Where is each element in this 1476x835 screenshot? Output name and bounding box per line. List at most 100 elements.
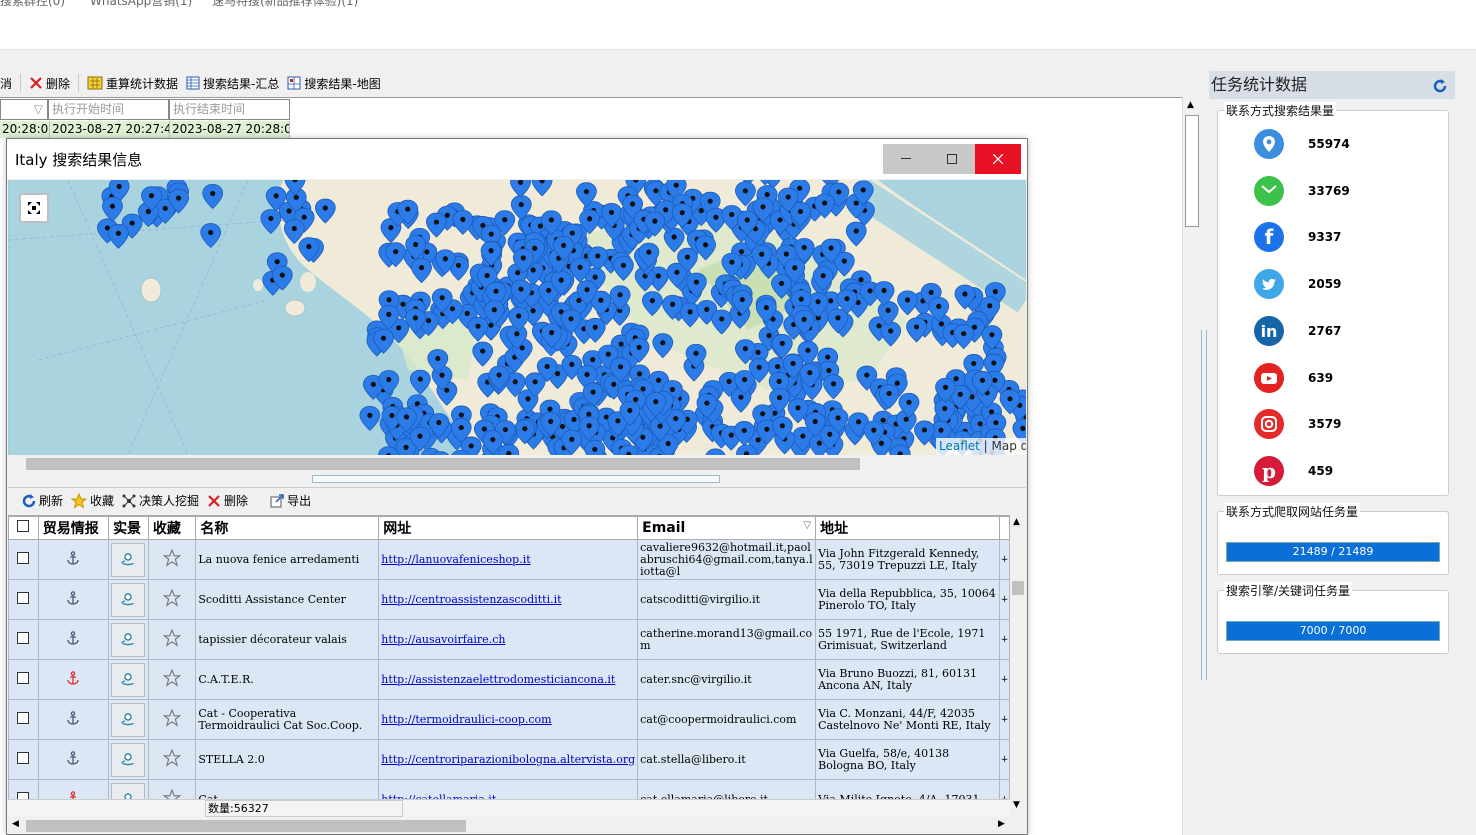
- map-marker[interactable]: [202, 184, 224, 209]
- nav-item[interactable]: WhatsApp营销(1): [90, 0, 192, 9]
- trade-intel-cell[interactable]: [37, 579, 110, 620]
- url-cell[interactable]: http://ausavoirfaire.ch: [378, 619, 639, 660]
- star-outline-icon[interactable]: [162, 628, 182, 647]
- url-link[interactable]: http://centroassistenzascoditti.it: [381, 593, 561, 606]
- trade-intel-cell[interactable]: [37, 739, 110, 780]
- scene-cell[interactable]: [108, 579, 149, 620]
- scene-button[interactable]: [111, 702, 146, 737]
- scene-button[interactable]: [111, 582, 146, 617]
- map-marker[interactable]: [260, 209, 282, 235]
- row-checkbox[interactable]: [17, 752, 30, 764]
- col-trade[interactable]: 贸易情报: [37, 516, 110, 540]
- anchor-icon[interactable]: [66, 631, 80, 645]
- scene-cell[interactable]: [108, 539, 149, 580]
- grid-header-start[interactable]: 执行开始时间: [48, 99, 169, 120]
- table-row[interactable]: Cat - Cooperativa Termoidraulici Cat Soc…: [8, 699, 1010, 740]
- fullscreen-button[interactable]: [19, 193, 49, 223]
- row-checkbox-cell[interactable]: [8, 619, 39, 660]
- map-marker[interactable]: [200, 223, 222, 249]
- url-cell[interactable]: http://centroriparazionibologna.altervis…: [378, 739, 639, 780]
- scene-button[interactable]: [111, 782, 146, 799]
- map-marker[interactable]: [108, 223, 129, 249]
- fav-cell[interactable]: [147, 779, 197, 799]
- scene-button[interactable]: [111, 542, 146, 577]
- col-email[interactable]: Email ▽: [637, 516, 817, 540]
- favorite-button[interactable]: 收藏: [67, 490, 118, 512]
- url-link[interactable]: http://centroriparazionibologna.altervis…: [381, 753, 635, 766]
- nav-item[interactable]: 速马特搜(新品推荐体验)(1): [212, 0, 358, 9]
- row-checkbox[interactable]: [17, 592, 30, 604]
- url-link[interactable]: http://assistenzaelettrodomesticiancona.…: [381, 673, 615, 686]
- more-cell[interactable]: +: [999, 579, 1010, 620]
- anchor-icon[interactable]: [66, 671, 80, 685]
- col-name[interactable]: 名称: [195, 516, 380, 540]
- scene-cell[interactable]: [108, 619, 149, 660]
- scroll-thumb[interactable]: [1185, 115, 1199, 227]
- export-button[interactable]: 导出: [266, 490, 315, 512]
- col-url[interactable]: 网址: [378, 516, 639, 540]
- row-checkbox-cell[interactable]: [8, 539, 39, 580]
- leaflet-link[interactable]: Leaflet: [939, 439, 980, 453]
- scene-cell[interactable]: [108, 659, 149, 700]
- fav-cell[interactable]: [147, 539, 197, 580]
- row-checkbox[interactable]: [17, 632, 30, 644]
- more-cell[interactable]: +: [999, 659, 1010, 700]
- more-cell[interactable]: +: [999, 539, 1010, 580]
- minimize-button[interactable]: [883, 144, 929, 174]
- url-cell[interactable]: http://catellamaria.it: [378, 779, 639, 799]
- scene-cell[interactable]: [108, 779, 149, 799]
- table-row[interactable]: tapissier décorateur valais http://ausavo…: [8, 619, 1010, 660]
- fav-cell[interactable]: [147, 619, 197, 660]
- anchor-icon[interactable]: [66, 711, 80, 725]
- map-marker[interactable]: [409, 369, 431, 395]
- star-outline-icon[interactable]: [162, 548, 182, 567]
- maximize-button[interactable]: [929, 144, 975, 174]
- main-vertical-scrollbar[interactable]: ▲: [1182, 97, 1200, 835]
- row-checkbox-cell[interactable]: [8, 579, 39, 620]
- trade-intel-cell[interactable]: [37, 539, 110, 580]
- recalc-button[interactable]: 重算统计数据: [83, 72, 182, 94]
- row-checkbox-cell[interactable]: [8, 739, 39, 780]
- url-link[interactable]: http://ausavoirfaire.ch: [381, 633, 505, 646]
- col-address[interactable]: 地址: [815, 516, 1001, 540]
- close-button[interactable]: [975, 144, 1021, 174]
- table-row[interactable]: La nuova fenice arredamenti http://lanuov…: [8, 539, 1010, 580]
- decision-maker-button[interactable]: 决策人挖掘: [118, 490, 203, 512]
- col-fav[interactable]: 收藏: [147, 516, 197, 540]
- scene-cell[interactable]: [108, 699, 149, 740]
- anchor-icon[interactable]: [66, 791, 80, 799]
- row-checkbox[interactable]: [17, 712, 30, 724]
- table-row[interactable]: Cat http://catellamaria.it cat.ellamaria@l…: [8, 779, 1010, 799]
- anchor-icon[interactable]: [66, 551, 80, 565]
- trade-intel-cell[interactable]: [37, 779, 110, 799]
- url-cell[interactable]: http://assistenzaelettrodomesticiancona.…: [378, 659, 639, 700]
- fav-cell[interactable]: [147, 659, 197, 700]
- scene-button[interactable]: [111, 662, 146, 697]
- fav-cell[interactable]: [147, 739, 197, 780]
- grid-header-end[interactable]: 执行结束时间: [169, 99, 290, 120]
- fav-cell[interactable]: [147, 699, 197, 740]
- anchor-icon[interactable]: [66, 591, 80, 605]
- map-horizontal-scrollbar[interactable]: [8, 455, 1026, 473]
- url-link[interactable]: http://termoidraulici-coop.com: [381, 713, 551, 726]
- select-all-checkbox[interactable]: [17, 520, 30, 532]
- results-map[interactable]: Leaflet | Map da: [8, 180, 1026, 455]
- scene-button[interactable]: [111, 742, 146, 777]
- table-vertical-scrollbar[interactable]: ▲ ▼: [1010, 515, 1026, 815]
- star-outline-icon[interactable]: [162, 748, 182, 767]
- dialog-titlebar[interactable]: Italy 搜索结果信息: [7, 139, 1027, 179]
- row-checkbox[interactable]: [17, 552, 30, 564]
- table-horizontal-scrollbar[interactable]: ◀ ▶: [8, 818, 1026, 834]
- summary-button[interactable]: 搜索结果-汇总: [182, 72, 283, 94]
- refresh-icon[interactable]: [1433, 79, 1447, 93]
- star-outline-icon[interactable]: [162, 588, 182, 607]
- grid-header-sort[interactable]: ▽: [0, 99, 48, 120]
- more-cell[interactable]: +: [999, 619, 1010, 660]
- nav-item[interactable]: 搜索群控(0): [0, 0, 65, 9]
- delete-results-button[interactable]: 删除: [203, 490, 252, 512]
- url-cell[interactable]: http://termoidraulici-coop.com: [378, 699, 639, 740]
- url-cell[interactable]: http://centroassistenzascoditti.it: [378, 579, 639, 620]
- row-checkbox[interactable]: [17, 792, 30, 799]
- scene-cell[interactable]: [108, 739, 149, 780]
- star-outline-icon[interactable]: [162, 788, 182, 799]
